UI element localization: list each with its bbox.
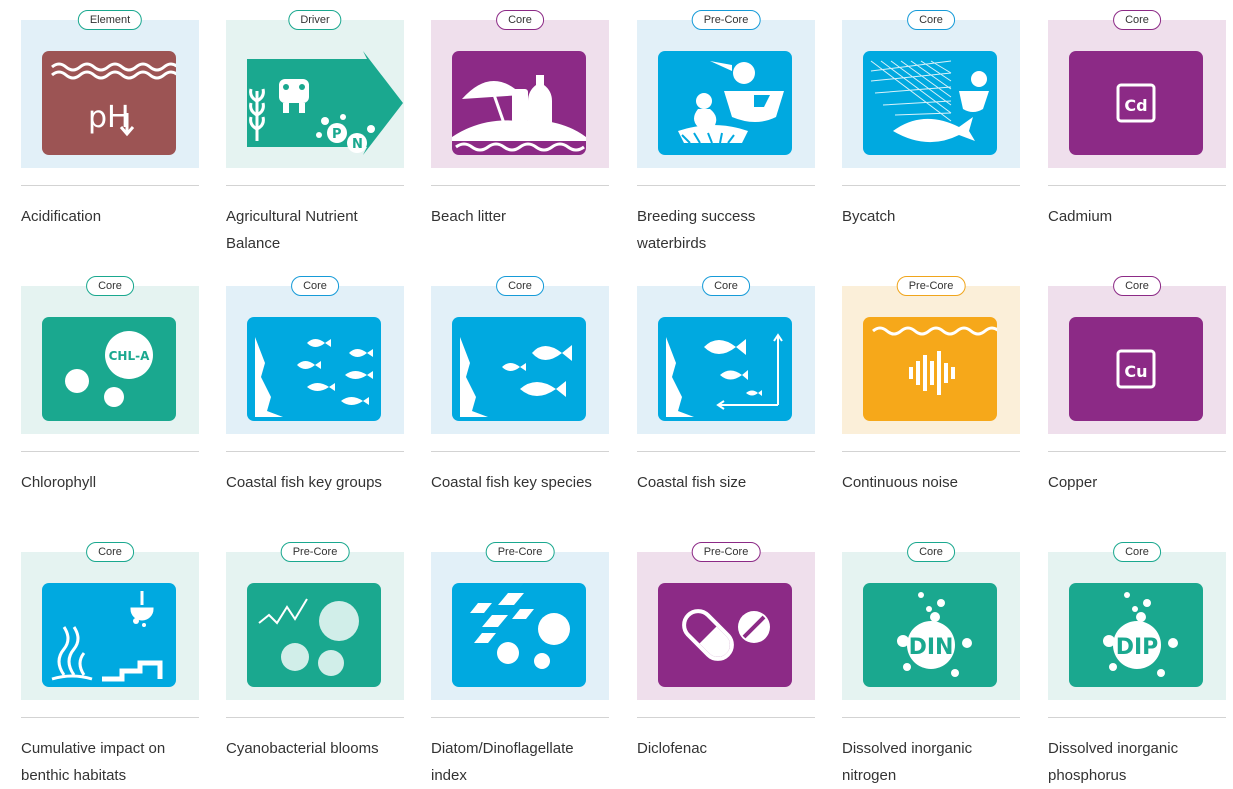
card-divider: [431, 717, 609, 718]
category-badge: Core: [907, 542, 955, 562]
svg-text:DIN: DIN: [909, 635, 954, 660]
category-badge: Pre-Core: [691, 542, 761, 562]
category-badge: Core: [1113, 542, 1161, 562]
card-thumbnail[interactable]: Pre-Core: [226, 542, 404, 700]
cadmium-icon: Cd: [1069, 51, 1203, 155]
category-badge: Element: [77, 10, 143, 30]
card-title[interactable]: Beach litter: [431, 203, 609, 230]
category-badge: Core: [291, 276, 339, 296]
card-divider: [226, 451, 404, 452]
card-thumbnail[interactable]: Core: [226, 276, 404, 434]
category-badge: Driver: [288, 10, 342, 30]
category-badge: Core: [1113, 276, 1161, 296]
dip-icon: DIP: [1069, 583, 1203, 687]
svg-text:P: P: [332, 127, 342, 142]
card-divider: [842, 717, 1020, 718]
fish-species-icon: [452, 317, 586, 421]
svg-text:Cu: Cu: [1124, 362, 1147, 381]
svg-text:Cd: Cd: [1124, 96, 1147, 115]
card-thumbnail[interactable]: Core DIN: [842, 542, 1020, 700]
card-thumbnail[interactable]: Pre-Core: [431, 542, 609, 700]
card-title[interactable]: Cadmium: [1048, 203, 1226, 230]
beach-litter-icon: [452, 51, 586, 155]
card-divider: [1048, 451, 1226, 452]
card-divider: [226, 717, 404, 718]
noise-icon: [863, 317, 997, 421]
category-badge: Pre-Core: [485, 542, 555, 562]
cyanobacteria-icon: [247, 583, 381, 687]
waterbirds-icon: [658, 51, 792, 155]
card-title[interactable]: Agricultural Nutrient Balance: [226, 203, 404, 257]
bycatch-icon: [863, 51, 997, 155]
svg-text:CHL-A: CHL-A: [109, 349, 150, 363]
card-divider: [21, 451, 199, 452]
card-title[interactable]: Cyanobacterial blooms: [226, 735, 404, 762]
category-badge: Pre-Core: [896, 276, 966, 296]
card-thumbnail[interactable]: Core: [842, 10, 1020, 168]
card-title[interactable]: Diclofenac: [637, 735, 815, 762]
category-badge: Core: [496, 10, 544, 30]
card-divider: [431, 185, 609, 186]
card-title[interactable]: Breeding success waterbirds: [637, 203, 815, 257]
card-thumbnail[interactable]: Core CHL-A: [21, 276, 199, 434]
card-divider: [842, 185, 1020, 186]
pill-icon: [658, 583, 792, 687]
card-thumbnail[interactable]: Core: [637, 276, 815, 434]
card-title[interactable]: Acidification: [21, 203, 199, 230]
card-thumbnail[interactable]: Driver P N: [226, 10, 404, 168]
card-divider: [637, 717, 815, 718]
card-divider: [226, 185, 404, 186]
card-title[interactable]: Copper: [1048, 469, 1226, 496]
category-badge: Core: [1113, 10, 1161, 30]
card-divider: [637, 185, 815, 186]
category-badge: Core: [702, 276, 750, 296]
card-title[interactable]: Bycatch: [842, 203, 1020, 230]
category-badge: Core: [496, 276, 544, 296]
card-thumbnail[interactable]: Core: [431, 10, 609, 168]
category-badge: Core: [86, 542, 134, 562]
category-badge: Core: [86, 276, 134, 296]
card-title[interactable]: Dissolved inorganic nitrogen: [842, 735, 1020, 789]
category-badge: Pre-Core: [280, 542, 350, 562]
card-divider: [431, 451, 609, 452]
card-thumbnail[interactable]: Core Cu: [1048, 276, 1226, 434]
category-badge: Core: [907, 10, 955, 30]
benthic-habitats-icon: [42, 583, 176, 687]
fish-size-icon: [658, 317, 792, 421]
fish-groups-icon: [247, 317, 381, 421]
din-icon: DIN: [863, 583, 997, 687]
card-thumbnail[interactable]: Core: [21, 542, 199, 700]
svg-text:DIP: DIP: [1116, 635, 1159, 660]
card-title[interactable]: Dissolved inorganic phosphorus: [1048, 735, 1226, 789]
card-thumbnail[interactable]: Core Cd: [1048, 10, 1226, 168]
card-divider: [1048, 717, 1226, 718]
card-title[interactable]: Chlorophyll: [21, 469, 199, 496]
category-badge: Pre-Core: [691, 10, 761, 30]
acidification-icon: pH: [42, 51, 176, 155]
card-thumbnail[interactable]: Pre-Core: [842, 276, 1020, 434]
card-divider: [21, 717, 199, 718]
agricultural-nutrient-icon: P N: [247, 51, 403, 155]
card-thumbnail[interactable]: Pre-Core: [637, 10, 815, 168]
svg-text:N: N: [352, 137, 363, 152]
diatom-icon: [452, 583, 586, 687]
copper-icon: Cu: [1069, 317, 1203, 421]
card-title[interactable]: Cumulative impact on benthic habitats: [21, 735, 199, 789]
card-thumbnail[interactable]: Pre-Core: [637, 542, 815, 700]
card-title[interactable]: Continuous noise: [842, 469, 1020, 496]
card-title[interactable]: Diatom/Dinoflagellate index: [431, 735, 609, 789]
card-thumbnail[interactable]: Core DIP: [1048, 542, 1226, 700]
card-title[interactable]: Coastal fish size: [637, 469, 815, 496]
card-divider: [637, 451, 815, 452]
card-title[interactable]: Coastal fish key species: [431, 469, 609, 496]
card-thumbnail[interactable]: Element pH: [21, 10, 199, 168]
card-divider: [1048, 185, 1226, 186]
card-divider: [21, 185, 199, 186]
chlorophyll-icon: CHL-A: [42, 317, 176, 421]
card-thumbnail[interactable]: Core: [431, 276, 609, 434]
card-title[interactable]: Coastal fish key groups: [226, 469, 404, 496]
card-divider: [842, 451, 1020, 452]
